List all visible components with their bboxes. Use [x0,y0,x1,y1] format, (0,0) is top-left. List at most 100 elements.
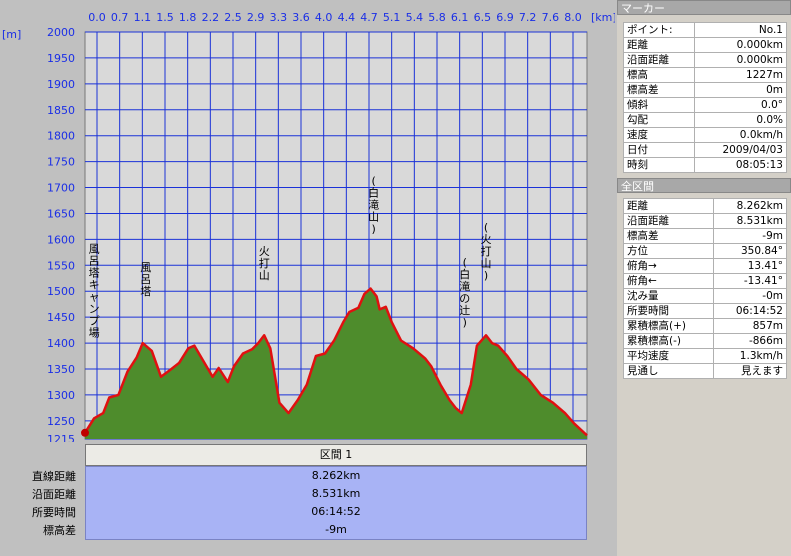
x-tick-label: 8.0 [564,11,582,24]
x-tick-label: 4.0 [315,11,333,24]
whole-key: 累積標高(+) [623,318,714,334]
segment-label: 所要時間 [32,506,76,519]
marker-key: 沿面距離 [622,52,696,68]
whole-value: -0m [712,288,788,304]
whole-row: 所要時間 06:14:52 [623,303,788,319]
marker-row: 傾斜 0.0° [622,97,787,113]
marker-key: 標高 [622,67,696,83]
x-tick-label: 6.5 [474,11,492,24]
whole-value: 06:14:52 [712,303,788,319]
marker-value: No.1 [694,22,787,38]
whole-row: 平均速度 1.3km/h [623,348,788,364]
x-tick-label: 0.0 [88,11,106,24]
y-tick-label: 1300 [47,389,75,402]
marker-value: 0.000km [694,37,787,53]
y-tick-label: 1700 [47,182,75,195]
marker-value: 08:05:13 [694,157,787,173]
segment-label: 標高差 [43,524,76,537]
y-tick-label: 1650 [47,207,75,220]
x-tick-label: 5.8 [428,11,446,24]
whole-key: 沿面距離 [623,213,714,229]
marker-value: 0.000km [694,52,787,68]
x-axis-unit: [km] [591,11,615,24]
x-tick-label: 4.4 [338,11,356,24]
marker-key: 速度 [622,127,696,143]
y-tick-label: 1950 [47,52,75,65]
segment-values: 8.262km 8.531km 06:14:52 -9m [85,466,587,540]
marker-row: 距離 0.000km [622,37,787,53]
whole-value: 857m [712,318,788,334]
x-tick-labels: 0.0 0.7 1.1 1.5 1.8 2.2 2.5 2.9 3.3 3.6 4.0 4.4 4.7 5… [88,11,582,24]
y-tick-label: 1250 [47,415,75,428]
whole-key: 俯角← [623,273,714,289]
marker-value: 1227m [694,67,787,83]
whole-value: 8.531km [712,213,788,229]
whole-key: 沈み量 [623,288,714,304]
peak-label: 風呂塔キャンプ場 [89,242,100,339]
x-tick-label: 0.7 [111,11,129,24]
x-tick-label: 5.1 [383,11,401,24]
marker-value: 0m [694,82,787,98]
x-tick-label: 1.1 [134,11,152,24]
x-tick-label: 2.9 [247,11,265,24]
y-tick-label: 1800 [47,130,75,143]
marker-key: 日付 [622,142,696,158]
marker-key: 標高差 [622,82,696,98]
whole-row: 方位 350.84° [623,243,788,259]
segment-label: 沿面距離 [32,488,76,501]
whole-key: 累積標高(-) [623,333,714,349]
marker-row: 勾配 0.0% [622,112,787,128]
marker-key: 時刻 [622,157,696,173]
y-tick-label: 1350 [47,363,75,376]
marker-title: マーカー [617,0,791,15]
x-tick-label: 5.4 [406,11,424,24]
whole-key: 見通し [623,363,714,379]
marker-key: 傾斜 [622,97,696,113]
segment-header[interactable]: 区間 1 [85,444,587,466]
whole-row: 俯角← -13.41° [623,273,788,289]
marker-row: 標高 1227m [622,67,787,83]
x-tick-label: 4.7 [360,11,378,24]
marker-row: 時刻 08:05:13 [622,157,787,173]
marker-row: 沿面距離 0.000km [622,52,787,68]
y-axis-unit: [m] [2,28,21,41]
whole-value: 8.262km [712,198,788,214]
whole-row: 標高差 -9m [623,228,788,244]
marker-key: 勾配 [622,112,696,128]
whole-row: 俯角→ 13.41° [623,258,788,274]
whole-key: 平均速度 [623,348,714,364]
x-tick-label: 6.1 [451,11,469,24]
whole-section-title: 全区間 [617,178,791,193]
whole-row: 累積標高(-) -866m [623,333,788,349]
marker-row: ポイント: No.1 [622,22,787,38]
x-tick-label: 1.8 [179,11,197,24]
segment-labels: 直線距離 沿面距離 所要時間 標高差 [0,468,84,540]
marker-key: ポイント: [622,22,696,38]
whole-value: -9m [712,228,788,244]
whole-row: 累積標高(+) 857m [623,318,788,334]
marker-row: 日付 2009/04/03 [622,142,787,158]
whole-value: 1.3km/h [712,348,788,364]
whole-value: 350.84° [712,243,788,259]
peak-label: 風呂塔 [140,261,151,298]
whole-value: -13.41° [712,273,788,289]
segment-value: 06:14:52 [311,505,361,518]
x-tick-label: 3.3 [270,11,288,24]
y-tick-label: 1400 [47,337,75,350]
y-tick-label: 1750 [47,156,75,169]
y-tick-label: 2000 [47,26,75,39]
whole-key: 所要時間 [623,303,714,319]
marker-value: 0.0km/h [694,127,787,143]
x-tick-label: 3.6 [292,11,310,24]
x-tick-label: 2.2 [202,11,220,24]
whole-key: 距離 [623,198,714,214]
marker-value: 0.0° [694,97,787,113]
whole-value: -866m [712,333,788,349]
x-tick-label: 1.5 [156,11,174,24]
elevation-chart[interactable]: 2000 1950 1900 1850 1800 1750 1700 1650 1600 1550… [0,0,615,442]
whole-value: 見えます [712,363,788,379]
whole-key: 方位 [623,243,714,259]
whole-key: 標高差 [623,228,714,244]
whole-key: 俯角→ [623,258,714,274]
y-tick-labels: 2000 1950 1900 1850 1800 1750 1700 1650 1600 1550… [47,26,75,442]
